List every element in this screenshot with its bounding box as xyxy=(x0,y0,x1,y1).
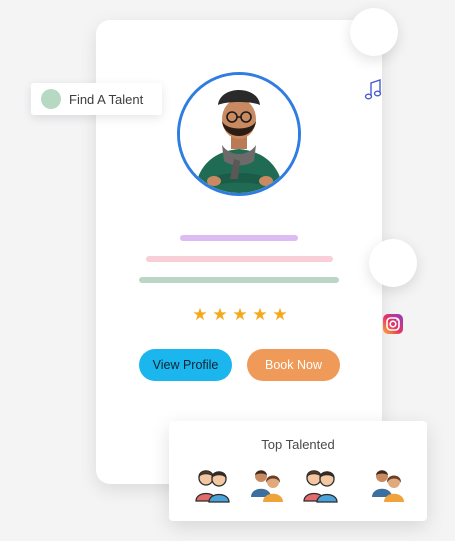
view-profile-button[interactable]: View Profile xyxy=(139,349,232,381)
placeholder-line-title xyxy=(146,256,333,262)
couple-people-icon[interactable] xyxy=(248,465,286,503)
person-portrait-icon xyxy=(180,75,298,193)
profile-avatar[interactable] xyxy=(177,72,301,196)
top-talented-title: Top Talented xyxy=(261,437,335,452)
star-icon: ★ xyxy=(232,305,248,324)
music-note-icon xyxy=(364,79,382,100)
decor-circle-top xyxy=(350,8,398,56)
decor-circle-middle xyxy=(369,239,417,287)
star-icon: ★ xyxy=(212,305,228,324)
top-talented-card: Top Talented xyxy=(169,421,427,521)
couple-people-icon[interactable] xyxy=(369,465,407,503)
star-icon: ★ xyxy=(192,305,208,324)
placeholder-line-name xyxy=(180,235,298,241)
duo-people-icon[interactable] xyxy=(194,465,232,503)
instagram-icon[interactable] xyxy=(382,313,404,335)
placeholder-line-bio xyxy=(139,277,339,283)
book-now-button[interactable]: Book Now xyxy=(247,349,340,381)
talent-dot-icon xyxy=(41,89,61,109)
find-talent-chip[interactable]: Find A Talent xyxy=(31,83,162,115)
rating-stars: ★ ★ ★ ★ ★ xyxy=(190,305,290,325)
duo-people-icon[interactable] xyxy=(302,465,340,503)
star-icon: ★ xyxy=(252,305,268,324)
find-talent-label: Find A Talent xyxy=(69,91,144,107)
star-icon: ★ xyxy=(272,305,288,324)
